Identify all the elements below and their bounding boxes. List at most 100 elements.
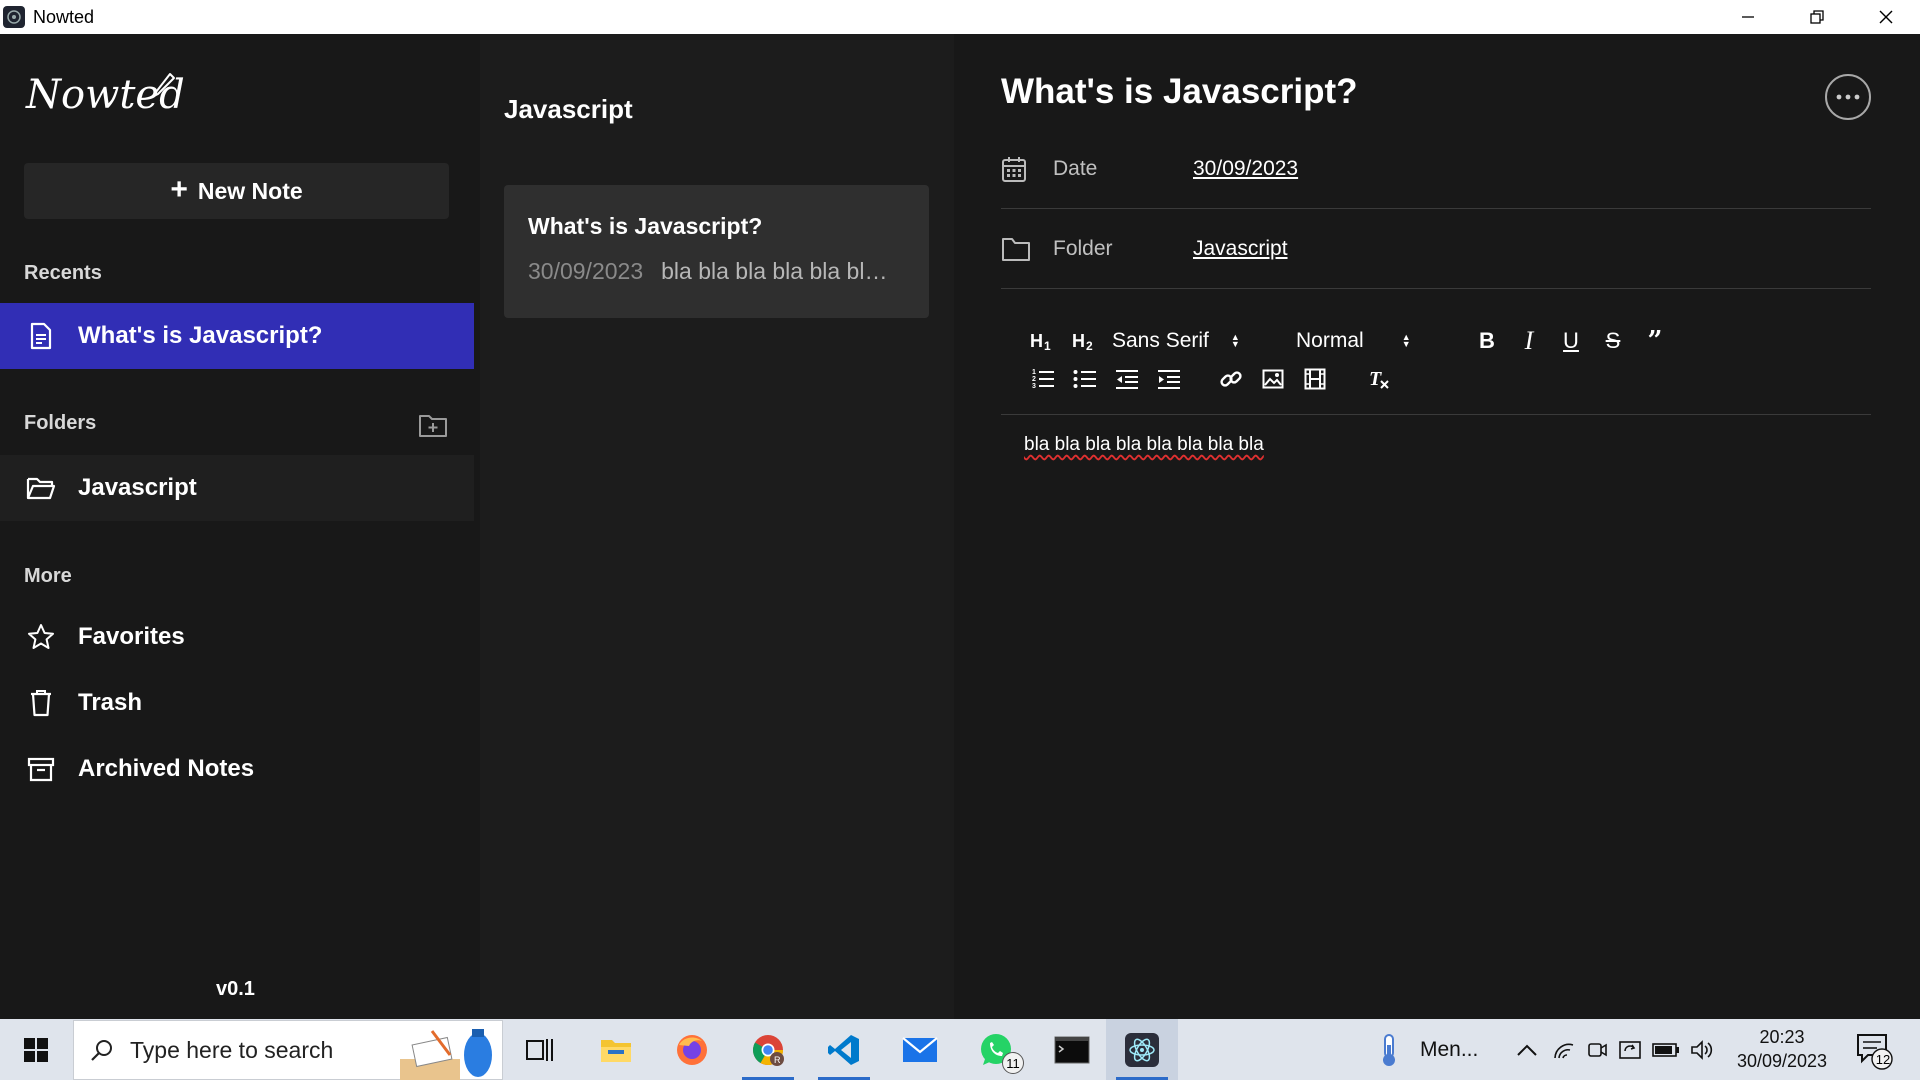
more-item-trash[interactable]: Trash xyxy=(0,670,474,736)
vscode-button[interactable] xyxy=(808,1019,880,1080)
ordered-list-icon: 123 xyxy=(1032,369,1054,390)
task-view-button[interactable] xyxy=(504,1019,576,1080)
blockquote-button[interactable]: ” xyxy=(1634,323,1676,359)
folder-open-icon xyxy=(26,473,56,503)
task-view-icon xyxy=(526,1038,553,1061)
strikethrough-icon: S xyxy=(1605,328,1621,353)
quote-icon: ” xyxy=(1647,326,1663,356)
recent-item-label: What's is Javascript? xyxy=(78,322,323,349)
notification-count: 12 xyxy=(1875,1052,1891,1067)
file-explorer-icon xyxy=(601,1039,631,1062)
taskbar: R 11 Men... 20: xyxy=(0,1019,1920,1080)
indent-button[interactable] xyxy=(1148,361,1190,397)
weather-widget[interactable]: Men... xyxy=(1374,1019,1478,1080)
terminal-button[interactable] xyxy=(1036,1019,1108,1080)
add-folder-icon[interactable] xyxy=(418,412,448,438)
select-arrows-icon: ▲ ▼ xyxy=(1230,332,1240,349)
note-card[interactable]: What's is Javascript? 30/09/2023 bla bla… xyxy=(504,185,929,318)
restore-button[interactable] xyxy=(1782,0,1851,34)
windows-icon xyxy=(24,1037,48,1062)
more-item-archived-notes[interactable]: Archived Notes xyxy=(0,736,474,802)
nowted-taskbar-button[interactable] xyxy=(1106,1019,1178,1080)
chevron-up-icon[interactable] xyxy=(1516,1043,1538,1057)
file-explorer-button[interactable] xyxy=(580,1019,652,1080)
electron-icon xyxy=(1125,1032,1159,1067)
taskbar-clock[interactable]: 20:23 30/09/2023 xyxy=(1720,1025,1844,1073)
wifi-icon[interactable] xyxy=(1552,1039,1576,1061)
pen-icon xyxy=(153,73,175,97)
start-button[interactable] xyxy=(0,1019,72,1080)
note-editor: What's is Javascript? Date 30/09/2023 Fo… xyxy=(954,34,1920,1019)
system-tray xyxy=(1516,1019,1714,1080)
font-size-select[interactable]: Normal ▲ ▼ xyxy=(1296,329,1466,353)
svg-text:R: R xyxy=(774,1055,781,1065)
tray-app-label: Men... xyxy=(1420,1037,1479,1061)
close-button[interactable] xyxy=(1851,0,1920,34)
close-icon xyxy=(1879,10,1892,24)
folder-label: Folder xyxy=(1053,236,1113,260)
note-card-preview: bla bla bla bla bla bl… xyxy=(661,258,888,284)
note-card-date: 30/09/2023 xyxy=(528,258,644,284)
sidebar: Nowted + New Note Recents What's is Java… xyxy=(0,34,474,1019)
date-value[interactable]: 30/09/2023 xyxy=(1193,157,1298,181)
outdent-button[interactable] xyxy=(1106,361,1148,397)
minimize-icon xyxy=(1741,16,1754,18)
italic-icon: I xyxy=(1524,326,1534,355)
heading-2-button[interactable]: H2 xyxy=(1064,323,1106,359)
battery-icon[interactable] xyxy=(1652,1042,1680,1058)
notification-center-button[interactable]: 12 xyxy=(1852,1031,1896,1076)
underline-button[interactable]: U xyxy=(1550,323,1592,359)
taskbar-search[interactable] xyxy=(73,1020,503,1080)
ellipsis-icon xyxy=(1836,94,1860,100)
note-title[interactable]: What's is Javascript? xyxy=(1001,72,1358,112)
outdent-icon xyxy=(1116,370,1138,389)
meet-now-icon[interactable] xyxy=(1586,1039,1608,1061)
trash-label: Trash xyxy=(78,689,143,716)
ordered-list-button[interactable]: 123 xyxy=(1022,361,1064,397)
search-input[interactable] xyxy=(130,1036,370,1064)
whatsapp-button[interactable]: 11 xyxy=(960,1019,1032,1080)
bullet-list-button[interactable] xyxy=(1064,361,1106,397)
firefox-icon xyxy=(677,1034,707,1065)
font-family-select[interactable]: Sans Serif ▲ ▼ xyxy=(1112,329,1296,353)
folder-value[interactable]: Javascript xyxy=(1193,237,1288,261)
strikethrough-button[interactable]: S xyxy=(1592,323,1634,359)
svg-text:T: T xyxy=(1369,368,1382,390)
link-button[interactable] xyxy=(1210,361,1252,397)
note-list-title: Javascript xyxy=(504,94,633,124)
clear-format-button[interactable]: T xyxy=(1358,361,1400,397)
image-button[interactable] xyxy=(1252,361,1294,397)
heading-1-button[interactable]: H1 xyxy=(1022,323,1064,359)
note-body[interactable]: bla bla bla bla bla bla bla bla xyxy=(1024,434,1264,456)
recent-item-whats-is-javascript[interactable]: What's is Javascript? xyxy=(0,303,474,369)
toolbar-divider xyxy=(1001,414,1871,415)
underline-icon: U xyxy=(1563,328,1579,353)
more-item-favorites[interactable]: Favorites xyxy=(0,604,474,670)
svg-text:H: H xyxy=(1072,331,1085,351)
new-note-button[interactable]: + New Note xyxy=(24,163,449,219)
minimize-button[interactable] xyxy=(1713,0,1782,34)
svg-text:1: 1 xyxy=(1032,369,1036,376)
note-list-panel: Javascript What's is Javascript? 30/09/2… xyxy=(480,34,954,1019)
version-label: v0.1 xyxy=(216,978,255,1000)
note-card-title: What's is Javascript? xyxy=(528,213,763,239)
bold-button[interactable]: B xyxy=(1466,323,1508,359)
svg-text:2: 2 xyxy=(1032,376,1036,383)
app-icon xyxy=(3,6,25,28)
volume-icon[interactable] xyxy=(1690,1039,1714,1061)
mail-button[interactable] xyxy=(884,1019,956,1080)
italic-button[interactable]: I xyxy=(1508,323,1550,359)
date-row: Date 30/09/2023 xyxy=(1001,129,1871,209)
svg-text:3: 3 xyxy=(1032,383,1036,390)
firefox-button[interactable] xyxy=(656,1019,728,1080)
more-options-button[interactable] xyxy=(1825,74,1871,120)
favorites-label: Favorites xyxy=(78,623,185,650)
heading-2-icon: H2 xyxy=(1072,331,1093,352)
folders-heading: Folders xyxy=(24,412,97,434)
folder-item-javascript[interactable]: Javascript xyxy=(0,455,474,521)
bullet-list-icon xyxy=(1073,370,1096,388)
video-button[interactable] xyxy=(1294,361,1336,397)
more-heading: More xyxy=(24,565,72,587)
chrome-button[interactable]: R xyxy=(732,1019,804,1080)
sync-icon[interactable] xyxy=(1618,1039,1642,1061)
